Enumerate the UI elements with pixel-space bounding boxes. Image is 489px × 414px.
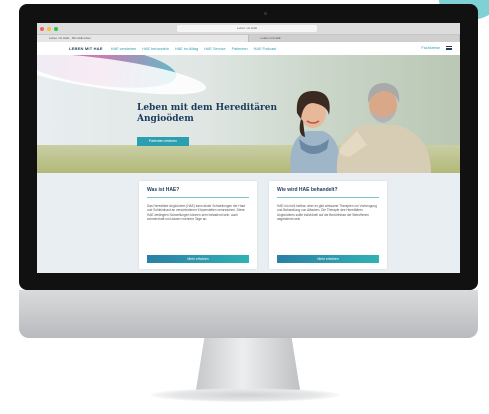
nav-link-podcast[interactable]: HAE Podcast xyxy=(254,47,277,51)
camera-icon xyxy=(264,12,267,15)
card-title: Wie wird HAE behandelt? xyxy=(277,187,338,193)
maximize-window-icon[interactable] xyxy=(54,26,58,31)
decorative-swoosh xyxy=(37,55,209,103)
divider xyxy=(277,197,379,198)
browser-toolbar: Leben mit HAE xyxy=(37,23,460,35)
monitor-mockup: Leben mit HAE Leben mit HAE - Mit HAE le… xyxy=(0,0,489,414)
monitor-stand xyxy=(196,338,300,390)
card-what-is-hae: Was ist HAE? Das Hereditäre Angioödem (H… xyxy=(139,181,257,269)
nav-link-verstehen[interactable]: HAE verstehen xyxy=(111,47,137,51)
minimize-window-icon[interactable] xyxy=(47,26,51,31)
info-cards: Was ist HAE? Das Hereditäre Angioödem (H… xyxy=(37,173,460,273)
address-bar[interactable]: Leben mit HAE xyxy=(177,25,317,32)
monitor-stand-foot xyxy=(150,388,340,402)
nav-link-service[interactable]: HAE Service xyxy=(204,47,226,51)
nav-link-alltag[interactable]: HAE im Alltag xyxy=(175,47,198,51)
hero-banner: Leben mit dem Hereditären Angioödem Pati… xyxy=(37,55,460,173)
nav-right: Fachkreise xyxy=(421,46,452,50)
card-text: HAE ist nicht heilbar, aber es gibt wirk… xyxy=(277,204,377,222)
browser-tab[interactable]: Leben mit HAE xyxy=(249,35,460,42)
browser-tabs: Leben mit HAE - Mit HAE leben Leben mit … xyxy=(37,35,460,42)
site-logo[interactable]: LEBEN MIT HAE xyxy=(69,46,103,51)
nav-link-patienten[interactable]: Patienten xyxy=(232,47,248,51)
hero-photo-man xyxy=(336,83,431,173)
browser-tab[interactable]: Leben mit HAE - Mit HAE leben xyxy=(37,35,249,42)
site-nav: LEBEN MIT HAE HAE verstehen HAE behandel… xyxy=(37,42,460,55)
learn-more-button[interactable]: Mehr erfahren xyxy=(147,255,249,263)
nav-link-fachkreise[interactable]: Fachkreise xyxy=(421,46,440,50)
menu-icon[interactable] xyxy=(446,46,452,50)
learn-more-button[interactable]: Mehr erfahren xyxy=(277,255,379,263)
monitor-chin xyxy=(19,290,478,338)
hero-cta-button[interactable]: Patienten erfahren xyxy=(137,137,189,146)
nav-link-behandeln[interactable]: HAE behandeln xyxy=(142,47,169,51)
divider xyxy=(147,197,249,198)
close-window-icon[interactable] xyxy=(40,26,44,31)
card-text: Das Hereditäre Angioödem (HAE) kann akut… xyxy=(147,204,246,222)
screen: Leben mit HAE Leben mit HAE - Mit HAE le… xyxy=(37,23,460,273)
card-treatment: Wie wird HAE behandelt? HAE ist nicht he… xyxy=(269,181,387,269)
hero-title: Leben mit dem Hereditären Angioödem xyxy=(137,103,278,124)
card-title: Was ist HAE? xyxy=(147,187,180,193)
